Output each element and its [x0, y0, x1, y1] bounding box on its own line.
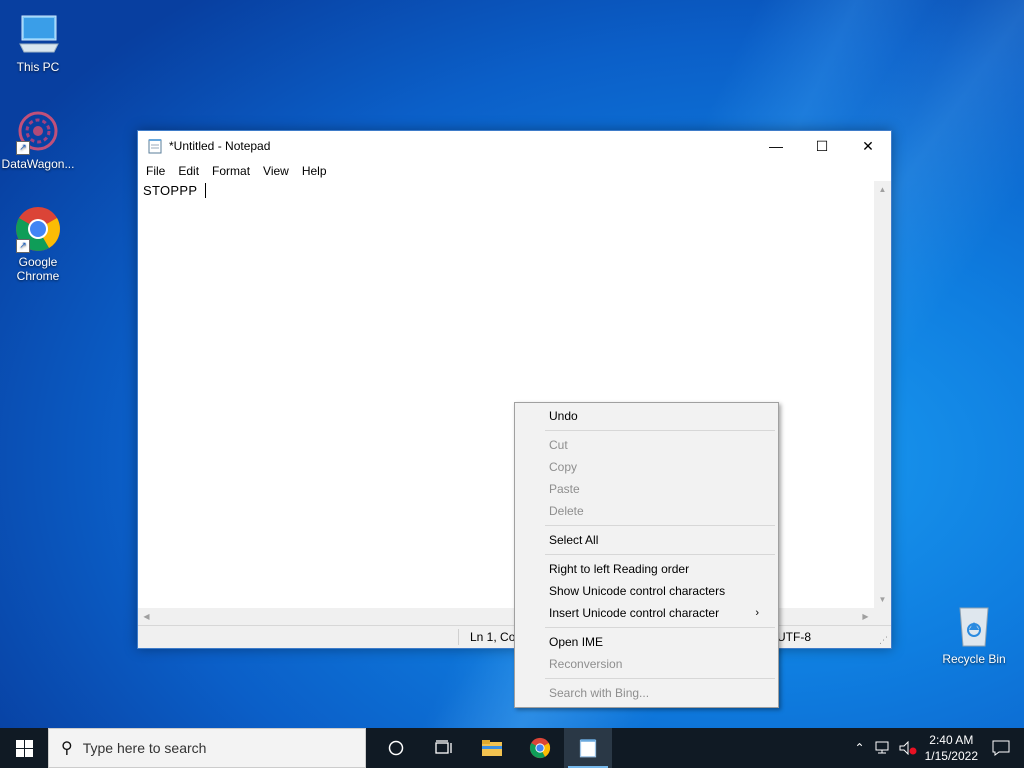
maximize-icon: ☐	[815, 137, 829, 154]
chrome-icon	[529, 737, 551, 759]
ctx-open-ime[interactable]: Open IME	[549, 631, 769, 653]
cortana-icon	[388, 740, 404, 756]
ctx-label: Show Unicode control characters	[549, 584, 726, 598]
submenu-arrow-icon: ›	[755, 607, 759, 619]
clock-date: 1/15/2022	[924, 749, 978, 763]
shortcut-arrow-icon: ↗	[16, 239, 30, 253]
close-icon: ✕	[862, 137, 874, 154]
desktop-icon-label: This PC	[16, 60, 60, 74]
minimize-button[interactable]: —	[753, 131, 799, 161]
desktop-icon-label: Recycle Bin	[942, 652, 1006, 666]
scrollbar-corner	[874, 608, 891, 625]
editor-content: STOPPP	[143, 183, 198, 198]
scroll-right-icon[interactable]: ▶	[857, 608, 874, 625]
menu-separator	[545, 554, 775, 555]
ctx-label: Cut	[549, 438, 568, 452]
chrome-taskbar-button[interactable]	[516, 728, 564, 768]
vertical-scrollbar[interactable]: ▲ ▼	[874, 181, 891, 608]
ctx-cut: Cut	[549, 434, 769, 456]
ctx-copy: Copy	[549, 456, 769, 478]
desktop-icon-recycle-bin[interactable]: Recycle Bin	[936, 602, 1012, 666]
search-icon: ⚲	[61, 740, 73, 757]
ctx-delete: Delete	[549, 500, 769, 522]
ctx-show-unicode[interactable]: Show Unicode control characters	[549, 580, 769, 602]
scroll-up-icon[interactable]: ▲	[874, 181, 891, 198]
ctx-label: Select All	[549, 533, 599, 547]
resize-grip-icon[interactable]: ⋰	[879, 635, 888, 646]
taskbar: ⚲ Type here to search ⌃ 2:40 AM 1/15/202…	[0, 728, 1024, 768]
menu-format[interactable]: Format	[205, 164, 256, 178]
context-menu: Undo Cut Copy Paste Delete Select All Ri…	[514, 402, 779, 708]
menu-help[interactable]: Help	[295, 164, 333, 178]
notepad-taskbar-button[interactable]	[564, 728, 612, 768]
text-caret	[205, 183, 207, 198]
chrome-icon: ↗	[14, 205, 62, 253]
menu-separator	[545, 678, 775, 679]
folder-icon	[482, 740, 502, 756]
scroll-down-icon[interactable]: ▼	[874, 591, 891, 608]
ctx-label: Undo	[549, 409, 578, 423]
ctx-insert-unicode[interactable]: Insert Unicode control character ›	[549, 602, 769, 624]
ctx-label: Right to left Reading order	[549, 562, 690, 576]
title-bar[interactable]: *Untitled - Notepad — ☐ ✕	[138, 131, 891, 161]
menu-separator	[545, 525, 775, 526]
scroll-left-icon[interactable]: ◀	[138, 608, 155, 625]
ctx-label: Copy	[549, 460, 578, 474]
menu-edit[interactable]: Edit	[171, 164, 205, 178]
desktop-icon-label: Google Chrome	[16, 255, 60, 283]
ctx-label: Insert Unicode control character	[549, 606, 720, 620]
notepad-icon	[148, 139, 162, 154]
ctx-search-bing: Search with Bing...	[549, 682, 769, 704]
menu-view[interactable]: View	[256, 164, 295, 178]
close-button[interactable]: ✕	[845, 131, 891, 161]
ctx-label: Open IME	[549, 635, 604, 649]
ctx-label: Reconversion	[549, 657, 623, 671]
start-button[interactable]	[0, 728, 48, 768]
task-view-icon	[435, 740, 452, 754]
ctx-reconversion: Reconversion	[549, 653, 769, 675]
clock[interactable]: 2:40 AM 1/15/2022	[925, 732, 978, 764]
menu-file[interactable]: File	[139, 164, 171, 178]
ctx-rtl-reading-order[interactable]: Right to left Reading order	[549, 558, 769, 580]
shortcut-arrow-icon: ↗	[16, 141, 30, 155]
desktop-icon-label: DataWagon...	[1, 157, 75, 171]
desktop-icon-this-pc[interactable]: This PC	[0, 10, 76, 74]
task-view-button[interactable]	[420, 728, 468, 768]
datawagon-icon: ↗	[14, 107, 62, 155]
ctx-select-all[interactable]: Select All	[549, 529, 769, 551]
ctx-label: Search with Bing...	[549, 686, 650, 700]
menu-separator	[545, 627, 775, 628]
computer-icon	[14, 10, 62, 58]
ctx-label: Paste	[549, 482, 580, 496]
taskbar-search-box[interactable]: ⚲ Type here to search	[48, 728, 366, 768]
ctx-label: Delete	[549, 504, 584, 518]
clock-time: 2:40 AM	[929, 733, 974, 747]
search-placeholder: Type here to search	[82, 740, 207, 756]
ctx-undo[interactable]: Undo	[549, 405, 769, 427]
windows-logo-icon	[15, 739, 33, 757]
status-position: Ln 1, Co	[470, 630, 516, 644]
volume-muted-icon[interactable]	[899, 741, 917, 755]
minimize-icon: —	[769, 138, 783, 154]
notification-center-icon[interactable]	[992, 740, 1010, 756]
network-icon[interactable]	[875, 741, 891, 755]
desktop-icon-google-chrome[interactable]: ↗ Google Chrome	[0, 205, 76, 283]
file-explorer-button[interactable]	[468, 728, 516, 768]
show-hidden-icons-icon[interactable]: ⌃	[855, 741, 865, 755]
cortana-button[interactable]	[372, 728, 420, 768]
menu-bar: File Edit Format View Help	[138, 161, 891, 181]
recycle-bin-icon	[950, 602, 998, 650]
notepad-icon	[579, 739, 597, 758]
status-divider	[458, 629, 459, 645]
maximize-button[interactable]: ☐	[799, 131, 845, 161]
ctx-paste: Paste	[549, 478, 769, 500]
menu-separator	[545, 430, 775, 431]
desktop-icon-datawagon[interactable]: ↗ DataWagon...	[0, 107, 76, 171]
window-title: *Untitled - Notepad	[169, 139, 271, 153]
system-tray: ⌃ 2:40 AM 1/15/2022	[855, 728, 1024, 768]
status-encoding: UTF-8	[777, 630, 811, 644]
